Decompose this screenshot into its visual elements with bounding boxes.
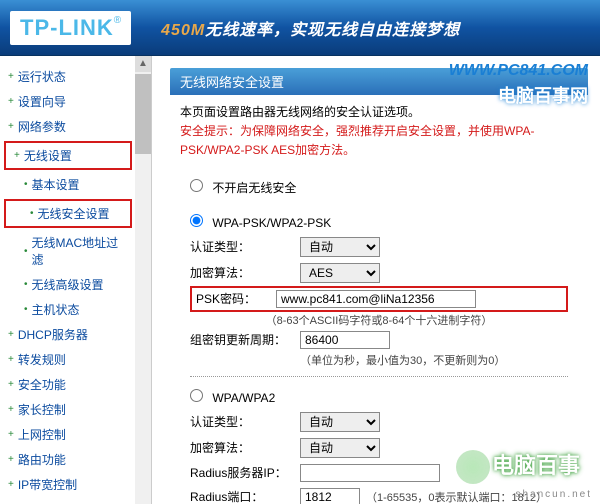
sidebar-item-10[interactable]: + 转发规则 [0,347,136,372]
logo: TP-LINK® [10,11,131,45]
sidebar: + 运行状态 + 设置向导 + 网络参数 + 无线设置 • 基本设置 • 无线安全设置 • 无线MAC地址… [0,56,152,504]
psk-label: PSK密码： [196,290,276,307]
auth-type-label: 认证类型： [190,238,300,255]
watermark-shancun: 电脑百事 [456,448,580,484]
sidebar-item-label: 无线高级设置 [32,276,104,293]
dot-icon: • [24,179,28,190]
logo-text: TP-LINK [20,15,114,40]
sidebar-item-label: 无线设置 [24,147,72,164]
sidebar-item-4[interactable]: • 基本设置 [0,172,136,197]
psk-hint: （8-63个ASCII码字符或8-64个十六进制字符） [190,312,568,328]
plus-icon: + [8,379,14,390]
sidebar-item-label: 转发规则 [18,351,66,368]
dot-icon: • [30,208,34,219]
psk-password-row: PSK密码： [190,286,568,312]
scroll-up-icon[interactable]: ▲ [135,56,151,72]
sidebar-item-label: DHCP服务器 [18,326,88,343]
plus-icon: + [8,454,14,465]
sidebar-item-14[interactable]: + 路由功能 [0,447,136,472]
main-panel: WWW.PC841.COM 电脑百事网 电脑百事 shancun.net 无线网… [152,56,600,504]
sidebar-item-7[interactable]: • 无线高级设置 [0,272,136,297]
radio-wpa-psk[interactable]: WPA-PSK/WPA2-PSK [190,216,331,230]
encryption-select-2[interactable]: 自动 [300,438,380,458]
sidebar-item-8[interactable]: • 主机状态 [0,297,136,322]
radius-port-label: Radius端口： [190,488,300,504]
header-slogan: 450M无线速率，实现无线自由连接梦想 [161,16,460,40]
sidebar-item-3[interactable]: + 无线设置 [6,143,130,168]
sidebar-item-9[interactable]: + DHCP服务器 [0,322,136,347]
sidebar-item-13[interactable]: + 上网控制 [0,422,136,447]
auth-type-select-2[interactable]: 自动 [300,412,380,432]
plus-icon: + [14,150,20,161]
radio-no-security[interactable]: 不开启无线安全 [190,181,296,195]
sidebar-item-label: 基本设置 [32,176,80,193]
sidebar-item-6[interactable]: • 无线MAC地址过滤 [0,230,136,272]
sidebar-item-label: 主机状态 [32,301,80,318]
sidebar-item-label: 网络参数 [18,118,66,135]
sidebar-item-label: 无线MAC地址过滤 [32,234,128,268]
radius-ip-label: Radius服务器IP： [190,464,300,481]
plus-icon: + [8,479,14,490]
watermark-site: 电脑百事网 [498,82,588,108]
sidebar-item-5[interactable]: • 无线安全设置 [6,201,130,226]
encryption-label: 加密算法： [190,264,300,281]
dot-icon: • [24,246,28,257]
sidebar-item-label: 运行状态 [18,68,66,85]
sidebar-scrollbar[interactable]: ▲ [135,56,151,504]
watermark-url: WWW.PC841.COM [449,62,588,80]
rekey-input[interactable] [300,331,390,349]
sidebar-item-label: 无线安全设置 [38,205,110,222]
dot-icon: • [24,304,28,315]
sidebar-item-label: 设置向导 [18,93,66,110]
plus-icon: + [8,71,14,82]
header: TP-LINK® 450M无线速率，实现无线自由连接梦想 [0,0,600,56]
sidebar-item-label: IP带宽控制 [18,476,77,493]
plus-icon: + [8,429,14,440]
sidebar-item-15[interactable]: + IP带宽控制 [0,472,136,497]
sidebar-item-11[interactable]: + 安全功能 [0,372,136,397]
plus-icon: + [8,354,14,365]
scroll-thumb[interactable] [135,74,151,154]
sidebar-item-12[interactable]: + 家长控制 [0,397,136,422]
security-warning: 安全提示：为保障网络安全，强烈推荐开启安全设置，并使用WPA-PSK/WPA2-… [180,122,578,160]
dot-icon: • [24,279,28,290]
radius-ip-input[interactable] [300,464,440,482]
sidebar-item-2[interactable]: + 网络参数 [0,114,136,139]
sidebar-item-0[interactable]: + 运行状态 [0,64,136,89]
radius-port-input[interactable] [300,488,360,504]
sidebar-item-1[interactable]: + 设置向导 [0,89,136,114]
psk-password-input[interactable] [276,290,476,308]
plus-icon: + [8,404,14,415]
sidebar-item-label: 家长控制 [18,401,66,418]
auth-type-label-2: 认证类型： [190,413,300,430]
rekey-hint: （单位为秒，最小值为30，不更新则为0） [190,352,568,368]
radio-wpa[interactable]: WPA/WPA2 [190,391,275,405]
plus-icon: + [8,96,14,107]
sidebar-item-label: 路由功能 [18,451,66,468]
rekey-label: 组密钥更新周期： [190,331,300,348]
sidebar-item-label: 上网控制 [18,426,66,443]
encryption-label-2: 加密算法： [190,439,300,456]
auth-type-select[interactable]: 自动 [300,237,380,257]
plus-icon: + [8,121,14,132]
sidebar-item-label: 安全功能 [18,376,66,393]
watermark-footer: shancun.net [516,489,593,500]
plus-icon: + [8,329,14,340]
encryption-select[interactable]: AES [300,263,380,283]
